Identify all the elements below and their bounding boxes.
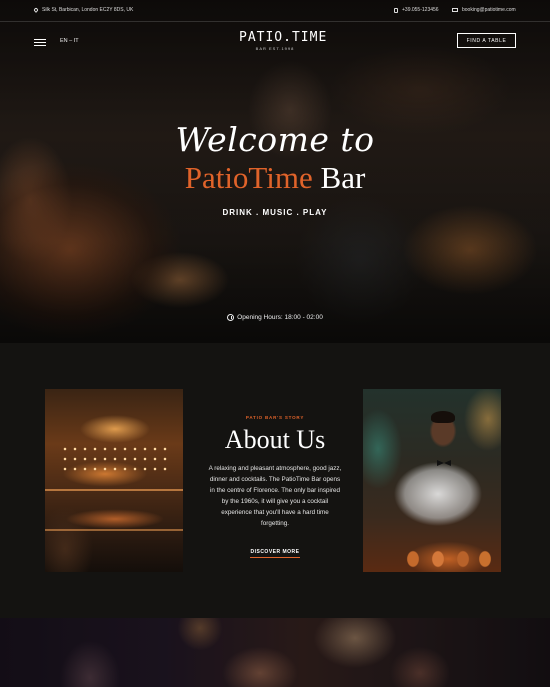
location-pin-icon (33, 7, 39, 13)
phone-icon (394, 7, 398, 13)
site-logo[interactable]: PATIO.TIME BAR EST.1998 (239, 30, 328, 51)
hero-title-rest: Bar (312, 160, 366, 195)
bar-counter (45, 529, 183, 531)
mail-icon (452, 8, 458, 12)
address-text: Silk St, Barbican, London EC2Y 8DS, UK (42, 7, 134, 13)
phone-item[interactable]: +39.055-123456 (394, 7, 439, 13)
discover-more-link[interactable]: DISCOVER MORE (250, 549, 300, 558)
hero-welcome: Welcome to (175, 120, 375, 159)
email-item[interactable]: booking@patiotime.com (452, 7, 516, 13)
hero-title-accent: PatioTime (184, 160, 313, 195)
logo-name: PATIO.TIME (239, 30, 328, 45)
toast-photo-strip (0, 618, 550, 687)
main-nav: EN – IT PATIO.TIME BAR EST.1998 FIND A T… (0, 22, 550, 62)
clock-icon (227, 314, 235, 321)
language-switcher[interactable]: EN – IT (60, 38, 79, 44)
bar-shelf (45, 489, 183, 491)
address-item: Silk St, Barbican, London EC2Y 8DS, UK (33, 7, 134, 13)
email-text[interactable]: booking@patiotime.com (462, 7, 516, 13)
top-info-bar: Silk St, Barbican, London EC2Y 8DS, UK +… (0, 0, 550, 22)
about-section: PATIO BAR'S STORY About Us A relaxing an… (0, 343, 550, 618)
phone-text[interactable]: +39.055-123456 (402, 7, 439, 13)
hero-section: Silk St, Barbican, London EC2Y 8DS, UK +… (0, 0, 550, 343)
bartender-hair (431, 411, 455, 423)
about-title: About Us (224, 425, 326, 454)
bow-tie (437, 460, 451, 466)
cocktail-glasses (403, 549, 493, 571)
toast-photo-overlay (0, 618, 550, 687)
bartender-photo (363, 389, 501, 572)
opening-hours: Opening Hours: 18:00 - 02:00 (0, 314, 550, 321)
about-body: A relaxing and pleasant atmosphere, good… (208, 465, 342, 527)
logo-subtitle: BAR EST.1998 (255, 46, 295, 51)
about-eyebrow: PATIO BAR'S STORY (245, 415, 305, 420)
hero-tagline: DRINK . MUSIC . PLAY (222, 208, 328, 217)
find-table-button[interactable]: FIND A TABLE (457, 33, 516, 48)
hero-title: PatioTime Bar (0, 160, 550, 196)
hanging-bulbs (60, 444, 170, 474)
opening-hours-text: Opening Hours: 18:00 - 02:00 (237, 314, 323, 321)
hamburger-menu-icon[interactable] (34, 39, 46, 46)
